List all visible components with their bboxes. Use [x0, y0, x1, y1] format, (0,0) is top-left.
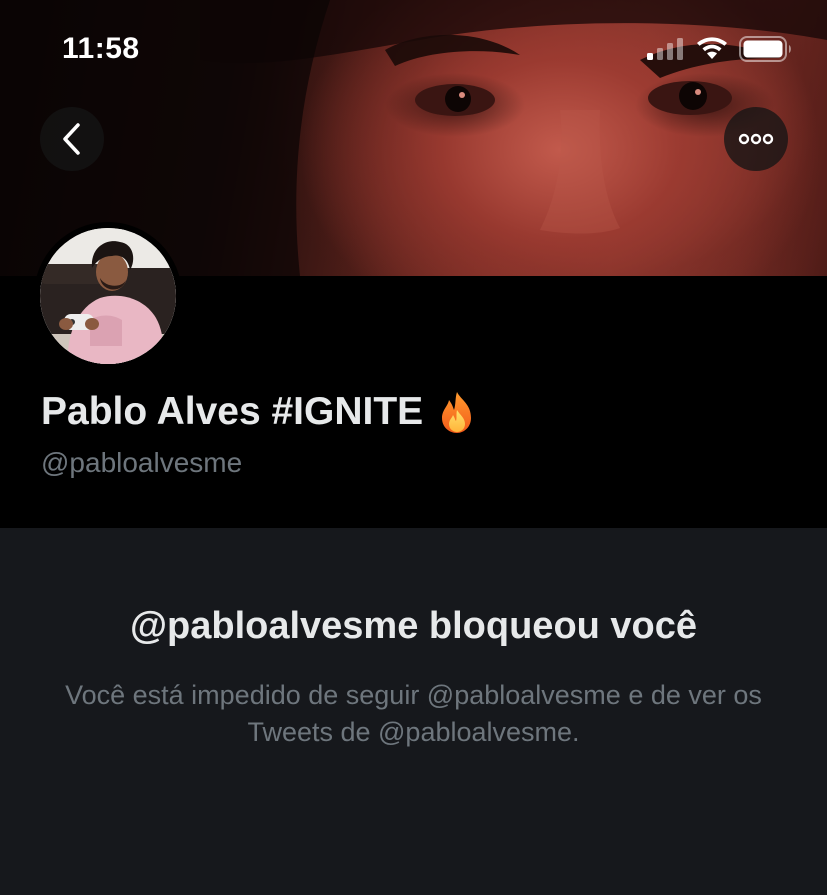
- cellular-signal-icon: [647, 38, 683, 60]
- profile-handle: @pabloalvesme: [41, 447, 243, 478]
- more-horizontal-icon: [738, 133, 774, 145]
- wifi-icon: [697, 37, 727, 59]
- more-options-button[interactable]: [724, 107, 788, 171]
- fire-emoji-icon: [442, 392, 472, 433]
- avatar-photo: [40, 228, 176, 364]
- blocked-description: Você está impedido de seguir @pabloalves…: [65, 680, 762, 747]
- battery-icon: [739, 36, 791, 62]
- back-button[interactable]: [40, 107, 104, 171]
- avatar[interactable]: [34, 222, 182, 370]
- display-name-text: Pablo Alves #IGNITE: [41, 390, 424, 433]
- blocked-title: @pabloalvesme bloqueou você: [129, 605, 698, 647]
- profile-screen: 11:58 Pablo Alves #IGNITE @pabloalvesme …: [0, 0, 827, 895]
- status-icons: [647, 36, 793, 62]
- chevron-left-icon: [63, 123, 80, 155]
- display-name: Pablo Alves #IGNITE: [41, 390, 477, 434]
- status-time: 11:58: [62, 32, 140, 65]
